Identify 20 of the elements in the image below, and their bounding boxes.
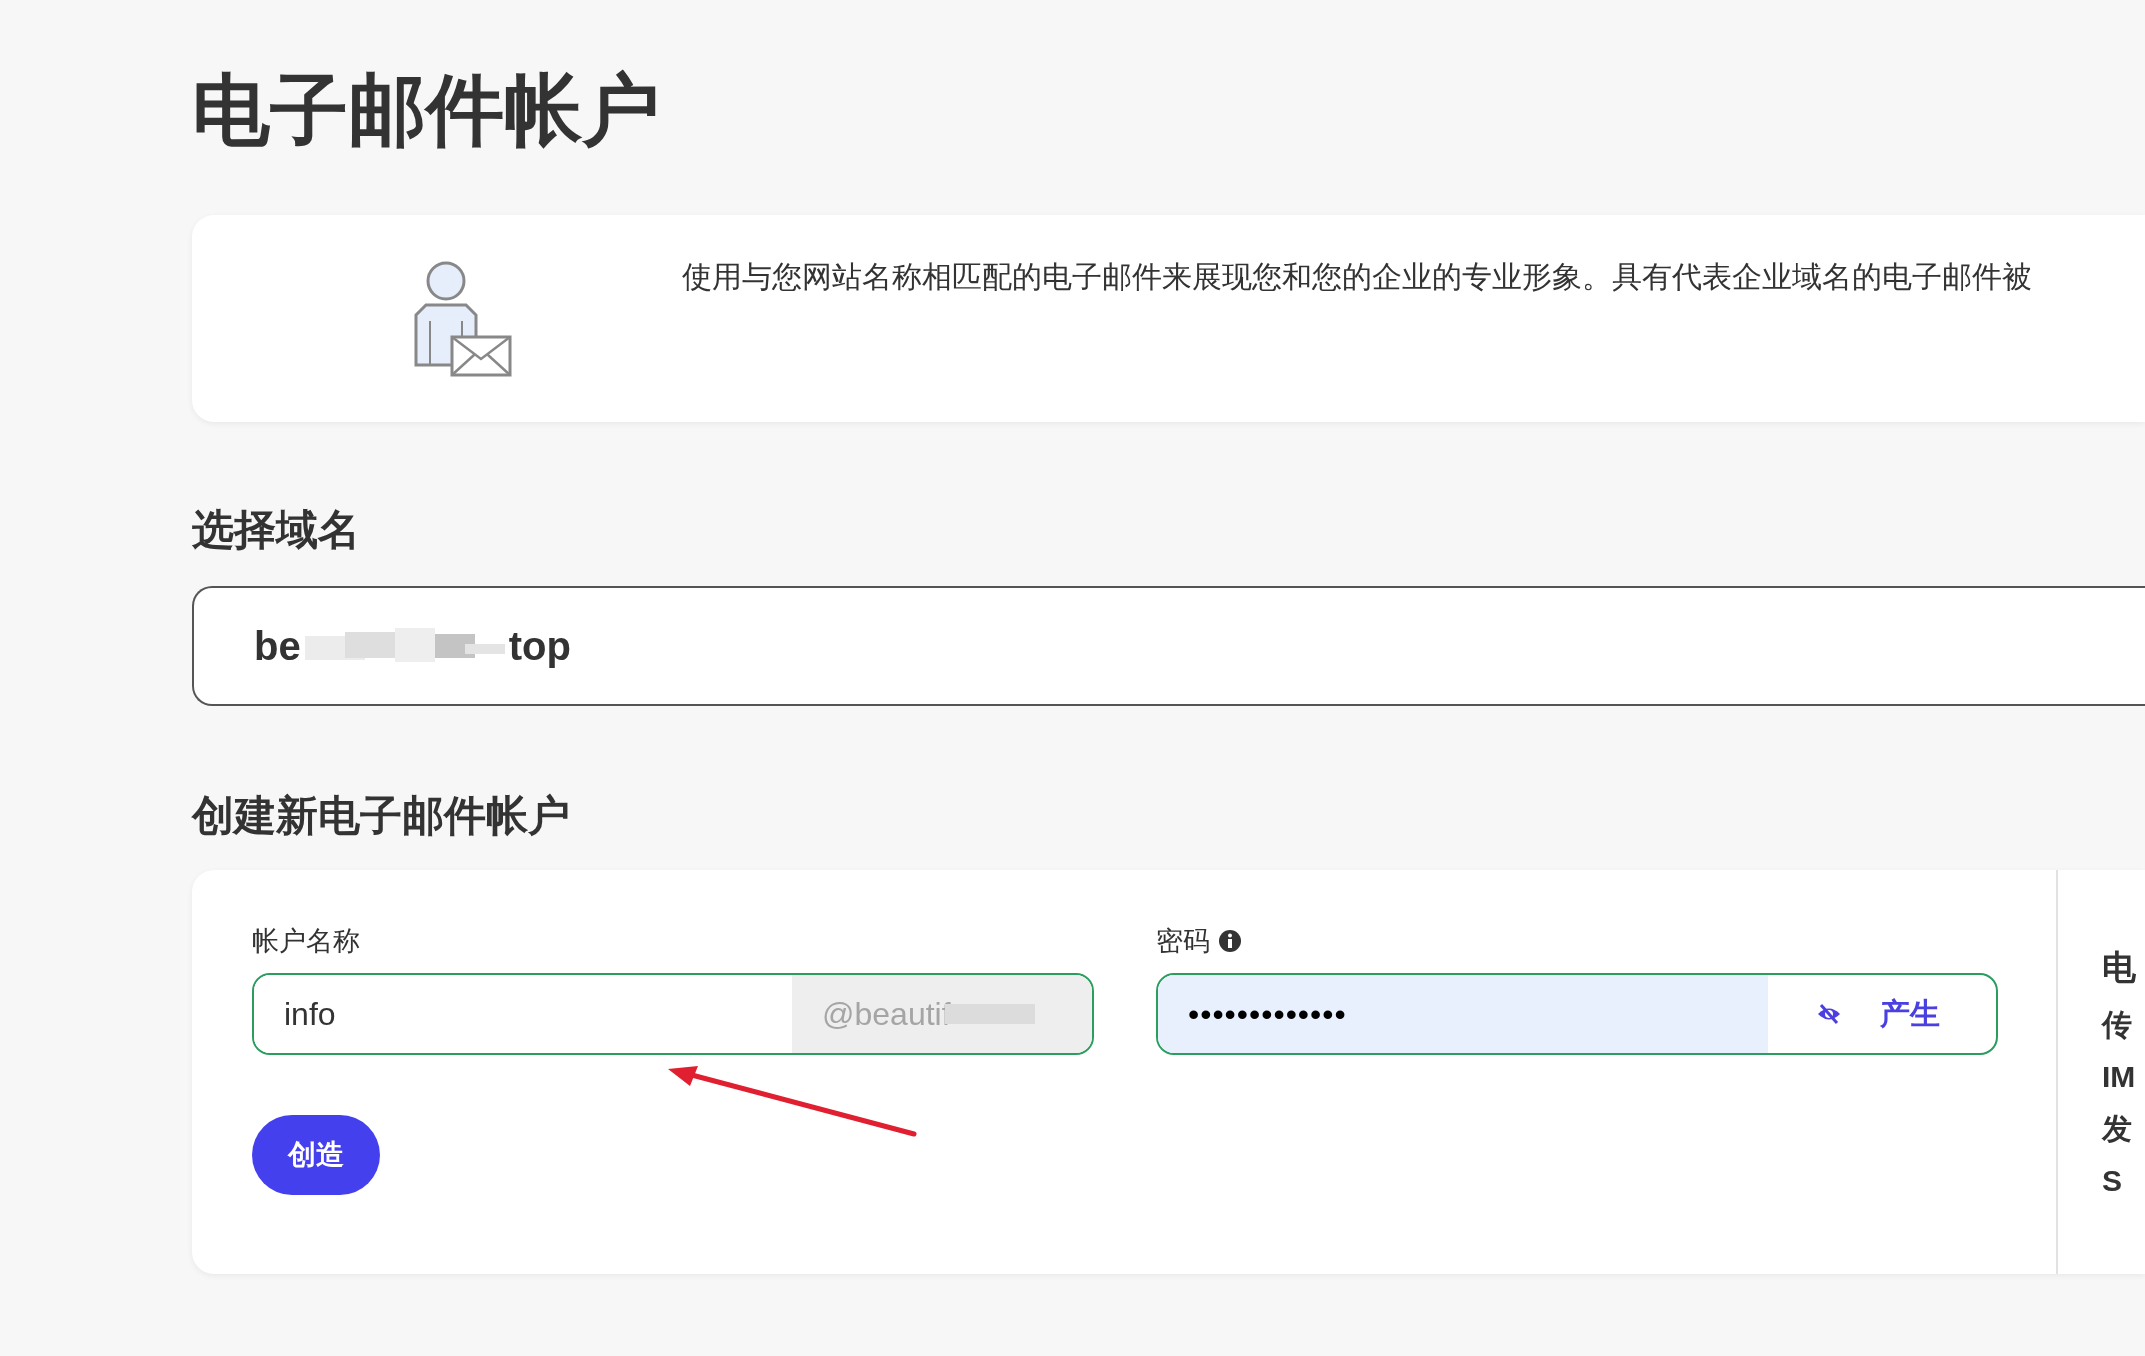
intro-text: 使用与您网站名称相匹配的电子邮件来展现您和您的企业的专业形象。具有代表企业域名的电子邮件被 — [682, 259, 2032, 295]
domain-select[interactable]: be top — [192, 586, 2145, 706]
section-heading: 选择域名 — [192, 505, 361, 555]
section-heading: 创建新电子邮件帐户 — [192, 791, 571, 841]
info-icon[interactable] — [1218, 929, 1242, 953]
eye-slash-icon[interactable] — [1816, 1003, 1842, 1025]
side-text: IM — [2102, 1059, 2136, 1095]
field-label: 帐户名称 — [252, 925, 360, 957]
side-text: S — [2102, 1163, 2123, 1199]
side-text: 传 — [2102, 1007, 2133, 1043]
password-value: ••••••••••••• — [1158, 975, 1768, 1053]
domain-value: top — [508, 623, 571, 669]
domain-value: be — [254, 623, 301, 669]
field-label: 密码 — [1156, 925, 1210, 957]
password-field[interactable]: ••••••••••••• 产生 — [1156, 973, 1998, 1055]
side-text: 发 — [2102, 1111, 2133, 1147]
generate-button[interactable]: 产生 — [1880, 993, 1940, 1035]
side-text: 电 — [2102, 948, 2136, 986]
create-button[interactable]: 创造 — [252, 1115, 380, 1195]
page-title: 电子邮件帐户 — [192, 65, 661, 156]
